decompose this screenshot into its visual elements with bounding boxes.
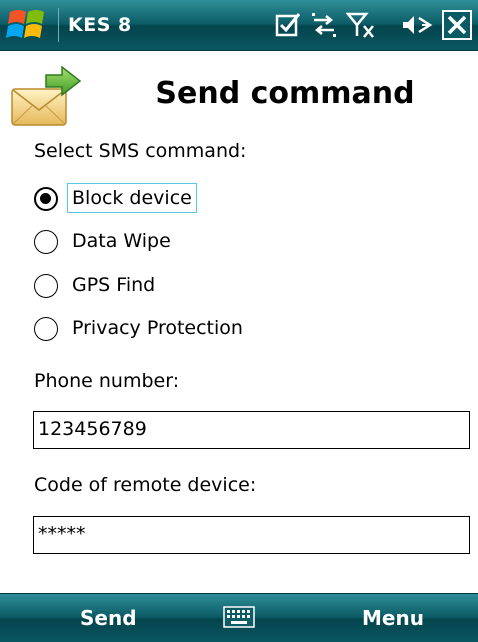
- keyboard-icon[interactable]: [223, 606, 255, 628]
- radio-button[interactable]: [34, 230, 58, 254]
- send-command-screen: KES 8 Send command Select SMS command: B…: [0, 0, 478, 642]
- radio-label-privacy-protection[interactable]: Privacy Protection: [68, 314, 247, 342]
- radio-button-selected[interactable]: [34, 187, 58, 211]
- menu-softkey[interactable]: Menu: [362, 594, 424, 642]
- notification-icon[interactable]: [274, 11, 302, 39]
- radio-block-device[interactable]: Block device: [34, 183, 334, 215]
- radio-label-gps-find[interactable]: GPS Find: [68, 271, 159, 299]
- send-softkey[interactable]: Send: [80, 594, 137, 642]
- command-label: Select SMS command:: [34, 140, 247, 162]
- close-button[interactable]: [442, 10, 472, 40]
- start-icon[interactable]: [4, 4, 54, 46]
- app-title: KES 8: [68, 14, 132, 36]
- radio-button[interactable]: [34, 274, 58, 298]
- radio-label-block-device[interactable]: Block device: [67, 183, 197, 213]
- envelope-send-icon: [11, 65, 82, 126]
- radio-label-data-wipe[interactable]: Data Wipe: [68, 227, 175, 255]
- radio-button[interactable]: [34, 317, 58, 341]
- radio-dot: [40, 193, 51, 204]
- close-icon: [447, 15, 467, 35]
- page-title: Send command: [155, 76, 415, 111]
- radio-gps-find[interactable]: GPS Find: [34, 270, 334, 302]
- code-label: Code of remote device:: [34, 474, 257, 496]
- volume-off-icon[interactable]: [400, 11, 434, 39]
- status-separator: [58, 8, 59, 42]
- page-header: Send command: [0, 51, 478, 137]
- radio-data-wipe[interactable]: Data Wipe: [34, 226, 334, 258]
- softkey-bar: Send Menu: [0, 593, 478, 642]
- code-field[interactable]: *****: [33, 516, 470, 554]
- status-bar: KES 8: [0, 0, 478, 51]
- phone-number-label: Phone number:: [34, 370, 180, 392]
- signal-off-icon[interactable]: [346, 11, 376, 39]
- phone-number-field[interactable]: 123456789: [33, 411, 470, 449]
- connectivity-icon[interactable]: [310, 11, 338, 39]
- radio-privacy-protection[interactable]: Privacy Protection: [34, 313, 334, 345]
